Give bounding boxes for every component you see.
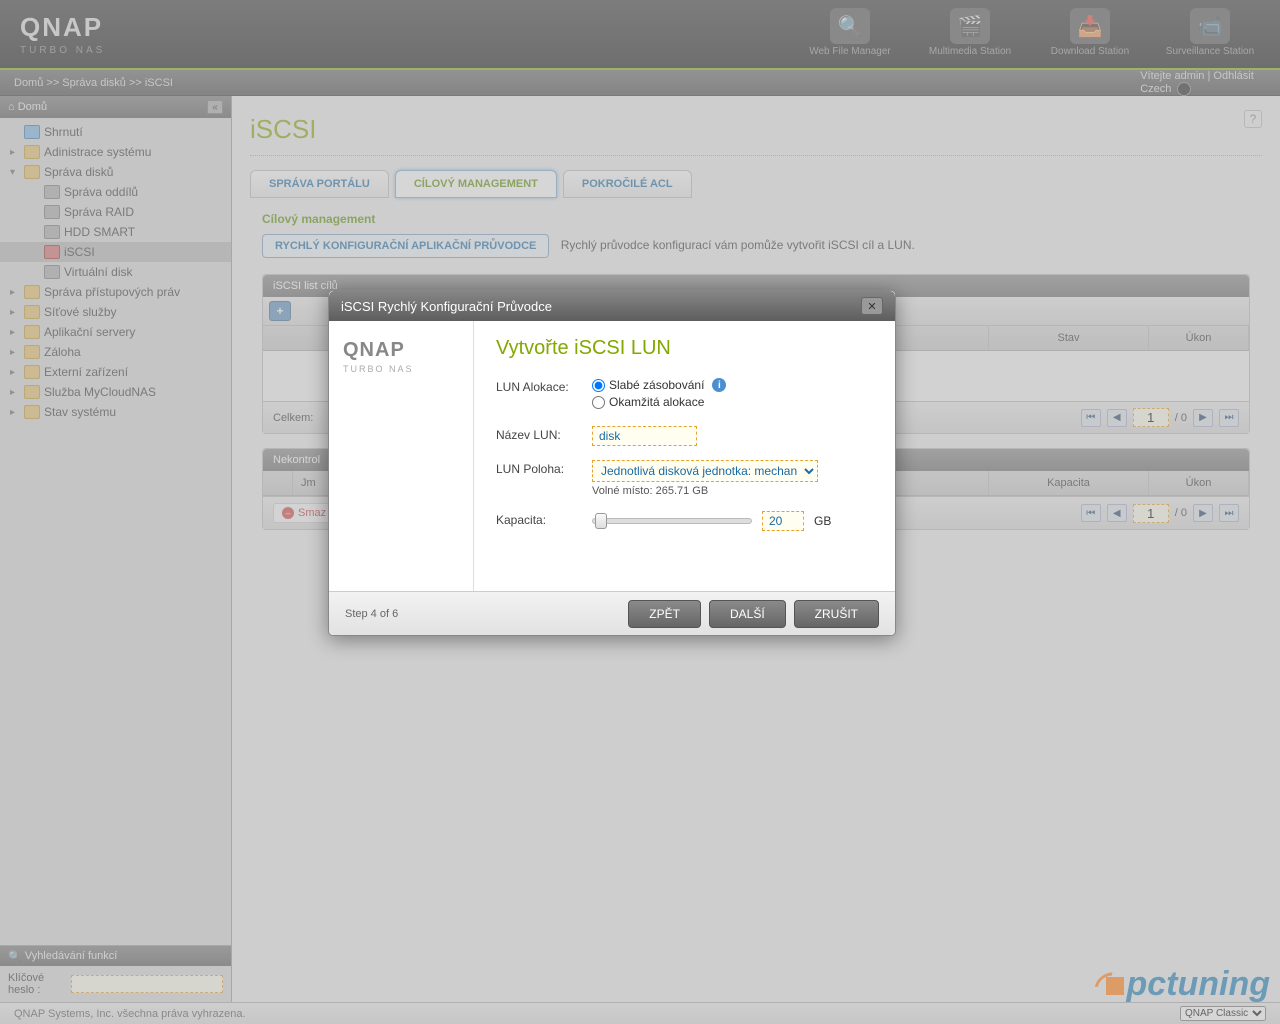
capacity-slider[interactable] (592, 518, 752, 524)
radio-instant[interactable] (592, 396, 605, 409)
radio-thin-label: Slabé zásobování (609, 378, 704, 392)
modal-header: iSCSI Rychlý Konfigurační Průvodce ✕ (329, 291, 895, 321)
label-lun-location: LUN Poloha: (496, 460, 592, 476)
modal-body: QNAP TURBO NAS Vytvořte iSCSI LUN LUN Al… (329, 321, 895, 591)
lun-location-select[interactable]: Jednotlivá disková jednotka: mechanika 1 (592, 460, 818, 482)
step-indicator: Step 4 of 6 (345, 608, 398, 620)
label-lun-name: Název LUN: (496, 426, 592, 442)
next-button[interactable]: DALŠÍ (709, 600, 786, 628)
back-button[interactable]: ZPĚT (628, 600, 701, 628)
label-allocation: LUN Alokace: (496, 378, 592, 394)
modal-title: iSCSI Rychlý Konfigurační Průvodce (341, 299, 552, 314)
capacity-unit: GB (814, 514, 831, 528)
modal-footer: Step 4 of 6 ZPĚT DALŠÍ ZRUŠIT (329, 591, 895, 635)
free-space-text: Volné místo: 265.71 GB (592, 485, 873, 497)
modal-form: Vytvořte iSCSI LUN LUN Alokace: Slabé zá… (474, 321, 895, 591)
modal-logo: QNAP (343, 339, 459, 362)
radio-instant-label: Okamžitá alokace (609, 395, 704, 409)
capacity-input[interactable] (762, 511, 804, 531)
modal-heading: Vytvořte iSCSI LUN (496, 337, 873, 360)
modal-brand: QNAP TURBO NAS (329, 321, 474, 591)
radio-thin-provision[interactable] (592, 379, 605, 392)
modal-logo-sub: TURBO NAS (343, 364, 459, 374)
lun-name-input[interactable] (592, 426, 697, 446)
cancel-button[interactable]: ZRUŠIT (794, 600, 879, 628)
label-capacity: Kapacita: (496, 511, 592, 527)
slider-thumb[interactable] (595, 513, 607, 529)
modal-close-button[interactable]: ✕ (861, 297, 883, 315)
wizard-modal: iSCSI Rychlý Konfigurační Průvodce ✕ QNA… (328, 290, 896, 636)
info-icon[interactable]: i (712, 378, 726, 392)
